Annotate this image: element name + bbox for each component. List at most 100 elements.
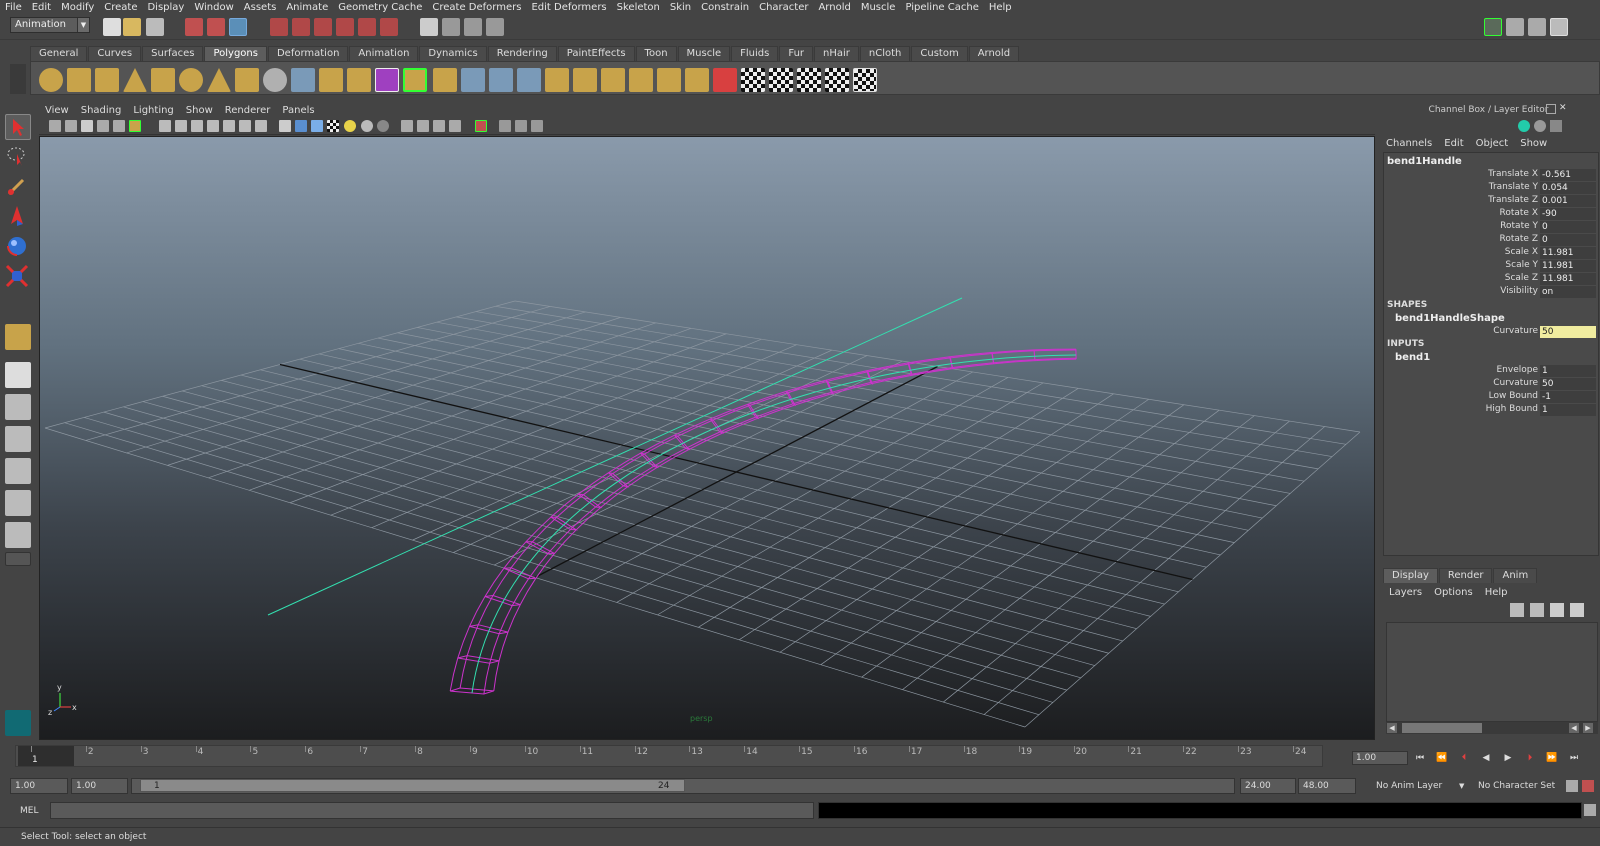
layer-list-scrollbar[interactable]: ◀ ◀ ▶ bbox=[1386, 722, 1598, 734]
auto-key-icon[interactable] bbox=[1566, 780, 1578, 792]
tool-settings-toggle-icon[interactable] bbox=[1506, 18, 1524, 36]
character-set-dropdown[interactable]: No Character Set bbox=[1478, 778, 1578, 794]
layer-list[interactable] bbox=[1386, 622, 1598, 722]
cylindrical-mapping-icon[interactable] bbox=[797, 68, 821, 92]
shelf-tab-muscle[interactable]: Muscle bbox=[677, 46, 731, 61]
channel-value-field[interactable]: 1 bbox=[1540, 365, 1596, 377]
menu-arnold[interactable]: Arnold bbox=[813, 2, 855, 13]
channel-value-field[interactable]: on bbox=[1540, 286, 1596, 298]
channel-value-field[interactable]: 11.981 bbox=[1540, 273, 1596, 285]
scroll-left-icon[interactable]: ◀ bbox=[1387, 723, 1397, 733]
select-hierarchy-icon[interactable] bbox=[185, 18, 203, 36]
current-frame-field[interactable]: 1.00 bbox=[1352, 751, 1408, 765]
select-tool-icon[interactable] bbox=[5, 114, 31, 140]
safe-title-icon[interactable] bbox=[255, 120, 267, 132]
hypershade-layout-icon[interactable] bbox=[5, 490, 31, 516]
rotate-tool-icon[interactable] bbox=[5, 234, 31, 260]
soccer-ball-icon[interactable] bbox=[263, 68, 287, 92]
move-layer-up-icon[interactable] bbox=[1510, 603, 1524, 617]
node-editor-icon[interactable] bbox=[531, 120, 543, 132]
step-forward-frame-icon[interactable]: ⏩ bbox=[1545, 751, 1559, 765]
channel-menu-object[interactable]: Object bbox=[1470, 138, 1515, 149]
channel-row-low-bound[interactable]: Low Bound -1 bbox=[1384, 391, 1598, 404]
smooth-icon[interactable] bbox=[347, 68, 371, 92]
play-forwards-icon[interactable]: ▶ bbox=[1501, 751, 1515, 765]
snap-grid-icon[interactable] bbox=[270, 18, 288, 36]
animation-end-field[interactable]: 48.00 bbox=[1298, 778, 1356, 794]
channel-value-field[interactable]: 50 bbox=[1540, 378, 1596, 390]
step-back-key-icon[interactable]: ⏴ bbox=[1457, 751, 1471, 765]
grease-pencil-icon[interactable] bbox=[129, 120, 141, 132]
script-editor-icon[interactable] bbox=[1584, 804, 1596, 816]
scroll-thumb[interactable] bbox=[1402, 723, 1482, 733]
smooth-shade-icon[interactable] bbox=[295, 120, 307, 132]
append-polygon-icon[interactable] bbox=[489, 68, 513, 92]
paint-select-tool-icon[interactable] bbox=[5, 174, 31, 200]
xray-joints-icon[interactable] bbox=[433, 120, 445, 132]
play-backwards-icon[interactable]: ◀ bbox=[1479, 751, 1493, 765]
channel-row-scale-y[interactable]: Scale Y 11.981 bbox=[1384, 260, 1598, 273]
bend-handle-line[interactable] bbox=[267, 297, 963, 616]
menu-display[interactable]: Display bbox=[142, 2, 189, 13]
render-view-icon[interactable] bbox=[420, 18, 438, 36]
smooth-proxy-icon[interactable] bbox=[375, 68, 399, 92]
open-scene-icon[interactable] bbox=[123, 18, 141, 36]
channel-row-rotate-x[interactable]: Rotate X -90 bbox=[1384, 208, 1598, 221]
mirror-geometry-icon[interactable] bbox=[685, 68, 709, 92]
separate-icon[interactable] bbox=[319, 68, 343, 92]
scroll-right-icon[interactable]: ▶ bbox=[1583, 723, 1593, 733]
uv-editor-icon[interactable] bbox=[741, 68, 765, 92]
menu-muscle[interactable]: Muscle bbox=[856, 2, 901, 13]
select-component-icon[interactable] bbox=[229, 18, 247, 36]
poly-cube-icon[interactable] bbox=[67, 68, 91, 92]
shelf-tab-surfaces[interactable]: Surfaces bbox=[142, 46, 204, 61]
scroll-left-end-icon[interactable]: ◀ bbox=[1569, 723, 1579, 733]
menu-create-deformers[interactable]: Create Deformers bbox=[427, 2, 526, 13]
shelf-tab-rendering[interactable]: Rendering bbox=[487, 46, 557, 61]
new-layer-add-icon[interactable] bbox=[1570, 603, 1584, 617]
close-icon[interactable]: ✕ bbox=[1559, 104, 1569, 114]
textured-icon[interactable] bbox=[327, 120, 339, 132]
channel-value-field[interactable]: 1 bbox=[1540, 404, 1596, 416]
channel-row-curvature[interactable]: Curvature 50 bbox=[1384, 326, 1598, 339]
camera-attributes-icon[interactable] bbox=[65, 120, 77, 132]
channel-row-scale-z[interactable]: Scale Z 11.981 bbox=[1384, 273, 1598, 286]
booleans-icon[interactable] bbox=[403, 68, 427, 92]
menu-constrain[interactable]: Constrain bbox=[696, 2, 754, 13]
lasso-tool-icon[interactable] bbox=[5, 144, 31, 170]
go-to-start-icon[interactable]: ⏮ bbox=[1413, 751, 1427, 765]
shelf-tab-painteffects[interactable]: PaintEffects bbox=[557, 46, 635, 61]
wireframe-on-shaded-icon[interactable] bbox=[311, 120, 323, 132]
use-all-lights-icon[interactable] bbox=[344, 120, 356, 132]
move-tool-icon[interactable] bbox=[5, 204, 31, 230]
channel-row-visibility[interactable]: Visibility on bbox=[1384, 286, 1598, 299]
menu-animate[interactable]: Animate bbox=[281, 2, 333, 13]
single-perspective-layout-icon[interactable] bbox=[5, 362, 31, 388]
menu-edit[interactable]: Edit bbox=[27, 2, 56, 13]
channel-value-field[interactable]: 11.981 bbox=[1540, 247, 1596, 259]
snap-curve-icon[interactable] bbox=[292, 18, 310, 36]
shelf-tab-arnold[interactable]: Arnold bbox=[968, 46, 1020, 61]
bridge-icon[interactable] bbox=[461, 68, 485, 92]
playback-end-field[interactable]: 24.00 bbox=[1240, 778, 1296, 794]
menu-create[interactable]: Create bbox=[99, 2, 142, 13]
collapse-icon[interactable] bbox=[657, 68, 681, 92]
safe-action-icon[interactable] bbox=[239, 120, 251, 132]
menu-pipeline-cache[interactable]: Pipeline Cache bbox=[900, 2, 983, 13]
channel-value-field[interactable]: 50 bbox=[1540, 326, 1596, 338]
poly-torus-icon[interactable] bbox=[179, 68, 203, 92]
menu-window[interactable]: Window bbox=[189, 2, 238, 13]
xray-components-icon[interactable] bbox=[449, 120, 461, 132]
channel-value-field[interactable]: 0.054 bbox=[1540, 182, 1596, 194]
select-camera-icon[interactable] bbox=[49, 120, 61, 132]
channel-value-field[interactable]: 11.981 bbox=[1540, 260, 1596, 272]
four-view-layout-icon[interactable] bbox=[5, 394, 31, 420]
menu-set-dropdown[interactable]: Animation ▼ bbox=[10, 17, 90, 33]
shelf-tab-dynamics[interactable]: Dynamics bbox=[419, 46, 487, 61]
merge-vertices-icon[interactable] bbox=[629, 68, 653, 92]
snap-live-icon[interactable] bbox=[358, 18, 376, 36]
grid-toggle-icon[interactable] bbox=[159, 120, 171, 132]
step-back-frame-icon[interactable]: ⏪ bbox=[1435, 751, 1449, 765]
snap-view-plane-icon[interactable] bbox=[336, 18, 354, 36]
last-tool-used-icon[interactable] bbox=[5, 324, 31, 350]
